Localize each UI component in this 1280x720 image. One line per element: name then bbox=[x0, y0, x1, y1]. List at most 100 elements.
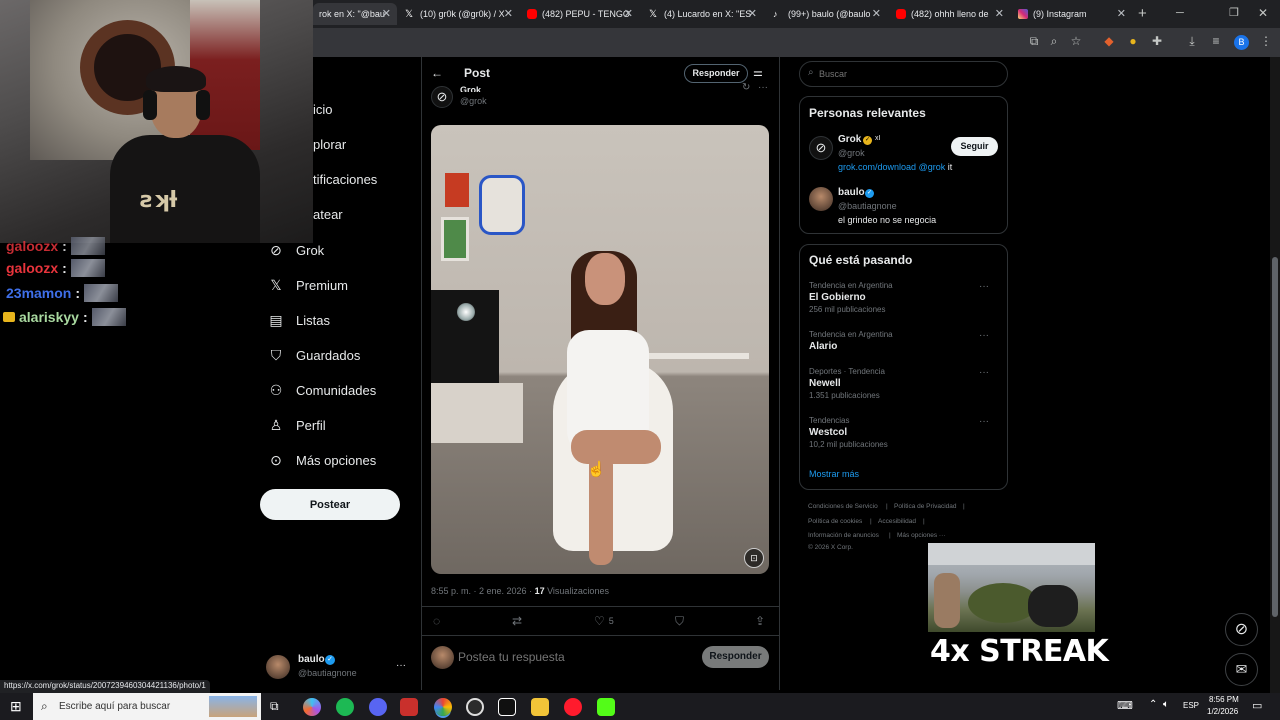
capcut-icon[interactable] bbox=[498, 698, 516, 716]
extension-color-icon[interactable]: ● bbox=[1125, 34, 1141, 48]
opera-icon[interactable] bbox=[564, 698, 582, 716]
like-action[interactable]: ♡ 5 bbox=[594, 614, 614, 628]
share-action[interactable]: ⇪ bbox=[755, 614, 765, 628]
sidebar-item-guardados[interactable]: ⛉ Guardados bbox=[268, 347, 361, 364]
tray-chevron-icon[interactable]: ⌃ bbox=[1149, 699, 1157, 710]
tab-lucardo[interactable]: 𝕏 (4) Lucardo en X: "ES ✕ bbox=[643, 3, 763, 25]
footer-accessibility-link[interactable]: Accesibilidad bbox=[878, 518, 916, 525]
sidebar-item-inicio[interactable]: icio bbox=[313, 102, 333, 117]
footer-ads-link[interactable]: Información de anuncios bbox=[808, 532, 879, 539]
search-box[interactable]: ⌕ bbox=[799, 61, 1008, 87]
keyboard-icon[interactable]: ⌨ bbox=[1117, 699, 1133, 712]
close-window-icon[interactable]: ✕ bbox=[1258, 6, 1268, 20]
close-tab-icon[interactable]: ✕ bbox=[995, 7, 1004, 20]
language-indicator[interactable]: ESP bbox=[1183, 701, 1199, 710]
reply-submit-button[interactable]: Responder bbox=[702, 646, 769, 668]
trend-more-icon[interactable]: ··· bbox=[979, 330, 989, 341]
grok-avatar-icon[interactable]: ⊘ bbox=[809, 136, 833, 160]
avatar[interactable] bbox=[809, 187, 833, 211]
sidebar-item-chatear[interactable]: atear bbox=[313, 207, 343, 222]
trend-more-icon[interactable]: ··· bbox=[979, 416, 989, 427]
sidebar-item-perfil[interactable]: ♙ Perfil bbox=[268, 417, 326, 434]
grok-image-edit-icon[interactable]: ⊡ bbox=[744, 548, 764, 568]
reply-action[interactable]: ◌ bbox=[433, 614, 440, 628]
browser-menu-icon[interactable]: ⋮ bbox=[1258, 34, 1274, 48]
bio-mention[interactable]: @grok bbox=[919, 162, 946, 172]
filter-sliders-icon[interactable]: ⚌ bbox=[753, 66, 763, 79]
new-tab-button[interactable]: + bbox=[1138, 5, 1147, 22]
bookmark-action[interactable]: ⛉ bbox=[675, 614, 684, 629]
zoom-icon[interactable]: ⌕ bbox=[1046, 34, 1062, 49]
scrollbar-thumb[interactable] bbox=[1272, 257, 1278, 617]
notification-icon[interactable]: ▭ bbox=[1252, 699, 1262, 712]
grok-avatar-icon[interactable]: ⊘ bbox=[431, 86, 453, 108]
reply-header-button[interactable]: Responder bbox=[684, 64, 748, 83]
back-arrow-icon[interactable]: ← bbox=[431, 66, 443, 80]
scrollbar[interactable] bbox=[1270, 57, 1280, 693]
post-author-handle[interactable]: @grok bbox=[460, 96, 487, 106]
profile-avatar[interactable]: B bbox=[1234, 35, 1249, 50]
tab-ohhh[interactable]: (482) ohhh lleno de ✕ bbox=[890, 3, 1010, 25]
close-tab-icon[interactable]: ✕ bbox=[748, 7, 757, 20]
post-author-name[interactable]: Grok bbox=[460, 85, 481, 92]
spotify-icon[interactable] bbox=[336, 698, 354, 716]
close-tab-icon[interactable]: ✕ bbox=[624, 7, 633, 20]
windows-start-icon[interactable]: ⊞ bbox=[10, 698, 22, 715]
account-switcher[interactable]: baulo ✓ @bautiagnone ··· bbox=[266, 654, 412, 682]
trend-item[interactable]: Tendencia en Argentina Alario ··· bbox=[809, 330, 999, 356]
download-icon[interactable]: ⤓ bbox=[1184, 34, 1200, 49]
footer-privacy-link[interactable]: Política de Privacidad bbox=[894, 503, 957, 510]
trend-more-icon[interactable]: ··· bbox=[979, 281, 989, 292]
close-tab-icon[interactable]: ✕ bbox=[382, 7, 391, 20]
clock-time[interactable]: 8:56 PM bbox=[1209, 695, 1239, 704]
chrome-icon[interactable] bbox=[434, 698, 452, 716]
footer-cookies-link[interactable]: Política de cookies bbox=[808, 518, 862, 525]
account-more-icon[interactable]: ··· bbox=[396, 660, 406, 671]
sidebar-item-listas[interactable]: ▤ Listas bbox=[268, 312, 330, 329]
minimize-icon[interactable]: ─ bbox=[1176, 7, 1184, 19]
clock-date[interactable]: 1/2/2026 bbox=[1207, 707, 1238, 716]
reply-input[interactable] bbox=[458, 648, 688, 666]
copilot-icon[interactable] bbox=[303, 698, 321, 716]
person-name[interactable]: baulo bbox=[838, 187, 865, 198]
follow-button[interactable]: Seguir bbox=[951, 137, 998, 156]
close-tab-icon[interactable]: ✕ bbox=[504, 7, 513, 20]
sidebar-item-mas-opciones[interactable]: ⊙ Más opciones bbox=[268, 452, 376, 469]
sidebar-item-premium[interactable]: 𝕏 Premium bbox=[268, 277, 348, 294]
footer-terms-link[interactable]: Condiciones de Servicio bbox=[808, 503, 878, 510]
search-input[interactable] bbox=[819, 67, 999, 81]
bio-link[interactable]: grok.com/download bbox=[838, 162, 916, 172]
tab-pepu[interactable]: (482) PEPU - TENGO ✕ bbox=[521, 3, 639, 25]
show-more-link[interactable]: Mostrar más bbox=[809, 469, 859, 479]
person-name[interactable]: Grok bbox=[838, 134, 861, 145]
restore-icon[interactable]: ❐ bbox=[1229, 6, 1239, 19]
messages-fab-icon[interactable]: ✉ bbox=[1225, 653, 1258, 686]
footer-more-link[interactable]: Más opciones ··· bbox=[897, 532, 945, 539]
obs-icon[interactable] bbox=[466, 698, 484, 716]
discord-icon[interactable] bbox=[369, 698, 387, 716]
tab-instagram[interactable]: (9) Instagram ✕ bbox=[1012, 3, 1132, 25]
speaker-icon[interactable]: 🔈︎ bbox=[1163, 699, 1169, 710]
trend-item[interactable]: Tendencia en Argentina El Gobierno 256 m… bbox=[809, 281, 999, 317]
extensions-puzzle-icon[interactable]: ✚ bbox=[1149, 34, 1165, 48]
trend-item[interactable]: Deportes · Tendencia Newell 1.351 public… bbox=[809, 367, 999, 403]
install-app-icon[interactable]: ⧉ bbox=[1026, 34, 1042, 49]
post-more-icon[interactable]: ··· bbox=[758, 82, 768, 93]
trend-more-icon[interactable]: ··· bbox=[979, 367, 989, 378]
close-tab-icon[interactable]: ✕ bbox=[1117, 7, 1126, 20]
tab-gr0k[interactable]: 𝕏 (10) gr0k (@gr0k) / X ✕ bbox=[399, 3, 519, 25]
grok-action-icon[interactable]: ↻ bbox=[742, 82, 750, 93]
taskbar-search-box[interactable]: ⌕ Escribe aquí para buscar bbox=[33, 693, 261, 720]
sidebar-item-comunidades[interactable]: ⚇ Comunidades bbox=[268, 382, 377, 399]
post-button[interactable]: Postear bbox=[260, 489, 400, 520]
post-photo[interactable]: ⊡ bbox=[431, 125, 769, 574]
video-app-icon[interactable] bbox=[400, 698, 418, 716]
sidebar-item-notificaciones[interactable]: tificaciones bbox=[313, 172, 377, 187]
tab-active[interactable]: rok en X: "@bau ✕ bbox=[313, 3, 397, 25]
tab-tiktok[interactable]: ♪ (99+) baulo (@baulo ✕ bbox=[767, 3, 887, 25]
sidebar-item-explorar[interactable]: plorar bbox=[313, 137, 346, 152]
task-view-icon[interactable]: ⧉ bbox=[270, 699, 279, 714]
star-bookmark-icon[interactable]: ☆ bbox=[1068, 34, 1084, 48]
extension-fire-icon[interactable]: ◆ bbox=[1101, 34, 1117, 48]
sidebar-item-grok[interactable]: ⊘ Grok bbox=[268, 242, 324, 259]
